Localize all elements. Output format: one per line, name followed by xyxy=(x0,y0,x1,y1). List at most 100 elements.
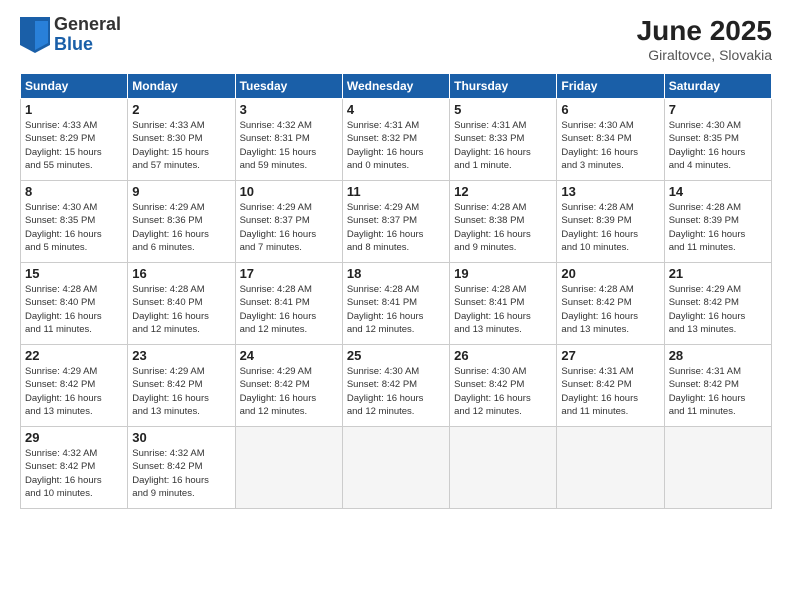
day-number: 15 xyxy=(25,266,123,281)
day-number: 21 xyxy=(669,266,767,281)
day-number: 12 xyxy=(454,184,552,199)
week-row-3: 15 Sunrise: 4:28 AM Sunset: 8:40 PM Dayli… xyxy=(21,263,772,345)
day-info: Sunrise: 4:28 AM Sunset: 8:40 PM Dayligh… xyxy=(132,283,230,336)
week-row-1: 1 Sunrise: 4:33 AM Sunset: 8:29 PM Daylig… xyxy=(21,99,772,181)
week-row-4: 22 Sunrise: 4:29 AM Sunset: 8:42 PM Dayli… xyxy=(21,345,772,427)
day-number: 1 xyxy=(25,102,123,117)
calendar-cell: 4 Sunrise: 4:31 AM Sunset: 8:32 PM Daylig… xyxy=(342,99,449,181)
day-info: Sunrise: 4:28 AM Sunset: 8:40 PM Dayligh… xyxy=(25,283,123,336)
calendar-cell xyxy=(235,427,342,509)
day-info: Sunrise: 4:33 AM Sunset: 8:29 PM Dayligh… xyxy=(25,119,123,172)
calendar-cell: 1 Sunrise: 4:33 AM Sunset: 8:29 PM Daylig… xyxy=(21,99,128,181)
day-info: Sunrise: 4:30 AM Sunset: 8:42 PM Dayligh… xyxy=(454,365,552,418)
calendar-cell: 14 Sunrise: 4:28 AM Sunset: 8:39 PM Dayli… xyxy=(664,181,771,263)
title-block: June 2025 Giraltovce, Slovakia xyxy=(637,15,772,63)
day-number: 13 xyxy=(561,184,659,199)
calendar-cell: 19 Sunrise: 4:28 AM Sunset: 8:41 PM Dayli… xyxy=(450,263,557,345)
day-number: 22 xyxy=(25,348,123,363)
day-number: 26 xyxy=(454,348,552,363)
day-number: 14 xyxy=(669,184,767,199)
calendar-cell: 27Sunrise: 4:31 AM Sunset: 8:42 PM Dayli… xyxy=(557,345,664,427)
day-number: 6 xyxy=(561,102,659,117)
day-info: Sunrise: 4:29 AM Sunset: 8:37 PM Dayligh… xyxy=(347,201,445,254)
day-number: 23 xyxy=(132,348,230,363)
calendar-table: SundayMondayTuesdayWednesdayThursdayFrid… xyxy=(20,73,772,509)
day-number: 4 xyxy=(347,102,445,117)
week-row-5: 29 Sunrise: 4:32 AM Sunset: 8:42 PM Dayli… xyxy=(21,427,772,509)
day-info: Sunrise: 4:30 AM Sunset: 8:35 PM Dayligh… xyxy=(25,201,123,254)
day-number: 9 xyxy=(132,184,230,199)
header: General Blue June 2025 Giraltovce, Slova… xyxy=(20,15,772,63)
calendar-cell: 20Sunrise: 4:28 AM Sunset: 8:42 PM Dayli… xyxy=(557,263,664,345)
day-number: 3 xyxy=(240,102,338,117)
day-info: Sunrise: 4:29 AM Sunset: 8:42 PM Dayligh… xyxy=(132,365,230,418)
weekday-header-saturday: Saturday xyxy=(664,74,771,99)
day-number: 17 xyxy=(240,266,338,281)
calendar-cell: 6Sunrise: 4:30 AM Sunset: 8:34 PM Daylig… xyxy=(557,99,664,181)
day-info: Sunrise: 4:32 AM Sunset: 8:31 PM Dayligh… xyxy=(240,119,338,172)
calendar-cell: 13 Sunrise: 4:28 AM Sunset: 8:39 PM Dayli… xyxy=(557,181,664,263)
calendar-cell: 9Sunrise: 4:29 AM Sunset: 8:36 PM Daylig… xyxy=(128,181,235,263)
day-number: 29 xyxy=(25,430,123,445)
day-info: Sunrise: 4:28 AM Sunset: 8:41 PM Dayligh… xyxy=(454,283,552,336)
calendar-cell: 16 Sunrise: 4:28 AM Sunset: 8:40 PM Dayli… xyxy=(128,263,235,345)
calendar-cell xyxy=(450,427,557,509)
day-info: Sunrise: 4:29 AM Sunset: 8:42 PM Dayligh… xyxy=(25,365,123,418)
calendar-cell: 18Sunrise: 4:28 AM Sunset: 8:41 PM Dayli… xyxy=(342,263,449,345)
calendar-cell: 30 Sunrise: 4:32 AM Sunset: 8:42 PM Dayli… xyxy=(128,427,235,509)
weekday-header-tuesday: Tuesday xyxy=(235,74,342,99)
day-info: Sunrise: 4:31 AM Sunset: 8:33 PM Dayligh… xyxy=(454,119,552,172)
day-number: 16 xyxy=(132,266,230,281)
logo-general-text: General xyxy=(54,15,121,35)
calendar-cell: 5 Sunrise: 4:31 AM Sunset: 8:33 PM Daylig… xyxy=(450,99,557,181)
day-number: 30 xyxy=(132,430,230,445)
day-info: Sunrise: 4:33 AM Sunset: 8:30 PM Dayligh… xyxy=(132,119,230,172)
day-info: Sunrise: 4:31 AM Sunset: 8:42 PM Dayligh… xyxy=(561,365,659,418)
calendar-cell: 28 Sunrise: 4:31 AM Sunset: 8:42 PM Dayli… xyxy=(664,345,771,427)
day-number: 11 xyxy=(347,184,445,199)
week-row-2: 8 Sunrise: 4:30 AM Sunset: 8:35 PM Daylig… xyxy=(21,181,772,263)
calendar-cell xyxy=(342,427,449,509)
calendar-cell: 29 Sunrise: 4:32 AM Sunset: 8:42 PM Dayli… xyxy=(21,427,128,509)
day-number: 28 xyxy=(669,348,767,363)
day-info: Sunrise: 4:28 AM Sunset: 8:39 PM Dayligh… xyxy=(669,201,767,254)
day-info: Sunrise: 4:28 AM Sunset: 8:39 PM Dayligh… xyxy=(561,201,659,254)
calendar-cell: 11 Sunrise: 4:29 AM Sunset: 8:37 PM Dayli… xyxy=(342,181,449,263)
day-number: 25 xyxy=(347,348,445,363)
day-number: 5 xyxy=(454,102,552,117)
day-number: 24 xyxy=(240,348,338,363)
logo-icon xyxy=(20,17,50,53)
calendar-cell: 12Sunrise: 4:28 AM Sunset: 8:38 PM Dayli… xyxy=(450,181,557,263)
day-info: Sunrise: 4:32 AM Sunset: 8:42 PM Dayligh… xyxy=(132,447,230,500)
weekday-header-monday: Monday xyxy=(128,74,235,99)
weekday-header-friday: Friday xyxy=(557,74,664,99)
calendar-cell: 21Sunrise: 4:29 AM Sunset: 8:42 PM Dayli… xyxy=(664,263,771,345)
calendar-cell: 7 Sunrise: 4:30 AM Sunset: 8:35 PM Daylig… xyxy=(664,99,771,181)
calendar-cell: 22 Sunrise: 4:29 AM Sunset: 8:42 PM Dayli… xyxy=(21,345,128,427)
calendar-cell: 23 Sunrise: 4:29 AM Sunset: 8:42 PM Dayli… xyxy=(128,345,235,427)
calendar-cell: 2 Sunrise: 4:33 AM Sunset: 8:30 PM Daylig… xyxy=(128,99,235,181)
day-info: Sunrise: 4:31 AM Sunset: 8:42 PM Dayligh… xyxy=(669,365,767,418)
logo-text: General Blue xyxy=(54,15,121,55)
day-number: 2 xyxy=(132,102,230,117)
day-info: Sunrise: 4:31 AM Sunset: 8:32 PM Dayligh… xyxy=(347,119,445,172)
day-number: 7 xyxy=(669,102,767,117)
calendar-cell: 3 Sunrise: 4:32 AM Sunset: 8:31 PM Daylig… xyxy=(235,99,342,181)
calendar-cell: 10Sunrise: 4:29 AM Sunset: 8:37 PM Dayli… xyxy=(235,181,342,263)
weekday-header-sunday: Sunday xyxy=(21,74,128,99)
calendar-cell xyxy=(557,427,664,509)
day-number: 19 xyxy=(454,266,552,281)
day-info: Sunrise: 4:29 AM Sunset: 8:42 PM Dayligh… xyxy=(240,365,338,418)
day-info: Sunrise: 4:30 AM Sunset: 8:42 PM Dayligh… xyxy=(347,365,445,418)
day-info: Sunrise: 4:32 AM Sunset: 8:42 PM Dayligh… xyxy=(25,447,123,500)
day-info: Sunrise: 4:30 AM Sunset: 8:35 PM Dayligh… xyxy=(669,119,767,172)
day-info: Sunrise: 4:28 AM Sunset: 8:41 PM Dayligh… xyxy=(240,283,338,336)
page: General Blue June 2025 Giraltovce, Slova… xyxy=(0,0,792,612)
calendar-cell: 25 Sunrise: 4:30 AM Sunset: 8:42 PM Dayli… xyxy=(342,345,449,427)
day-number: 20 xyxy=(561,266,659,281)
month-title: June 2025 xyxy=(637,15,772,47)
calendar-cell xyxy=(664,427,771,509)
day-number: 8 xyxy=(25,184,123,199)
calendar-cell: 24 Sunrise: 4:29 AM Sunset: 8:42 PM Dayli… xyxy=(235,345,342,427)
calendar-cell: 8 Sunrise: 4:30 AM Sunset: 8:35 PM Daylig… xyxy=(21,181,128,263)
